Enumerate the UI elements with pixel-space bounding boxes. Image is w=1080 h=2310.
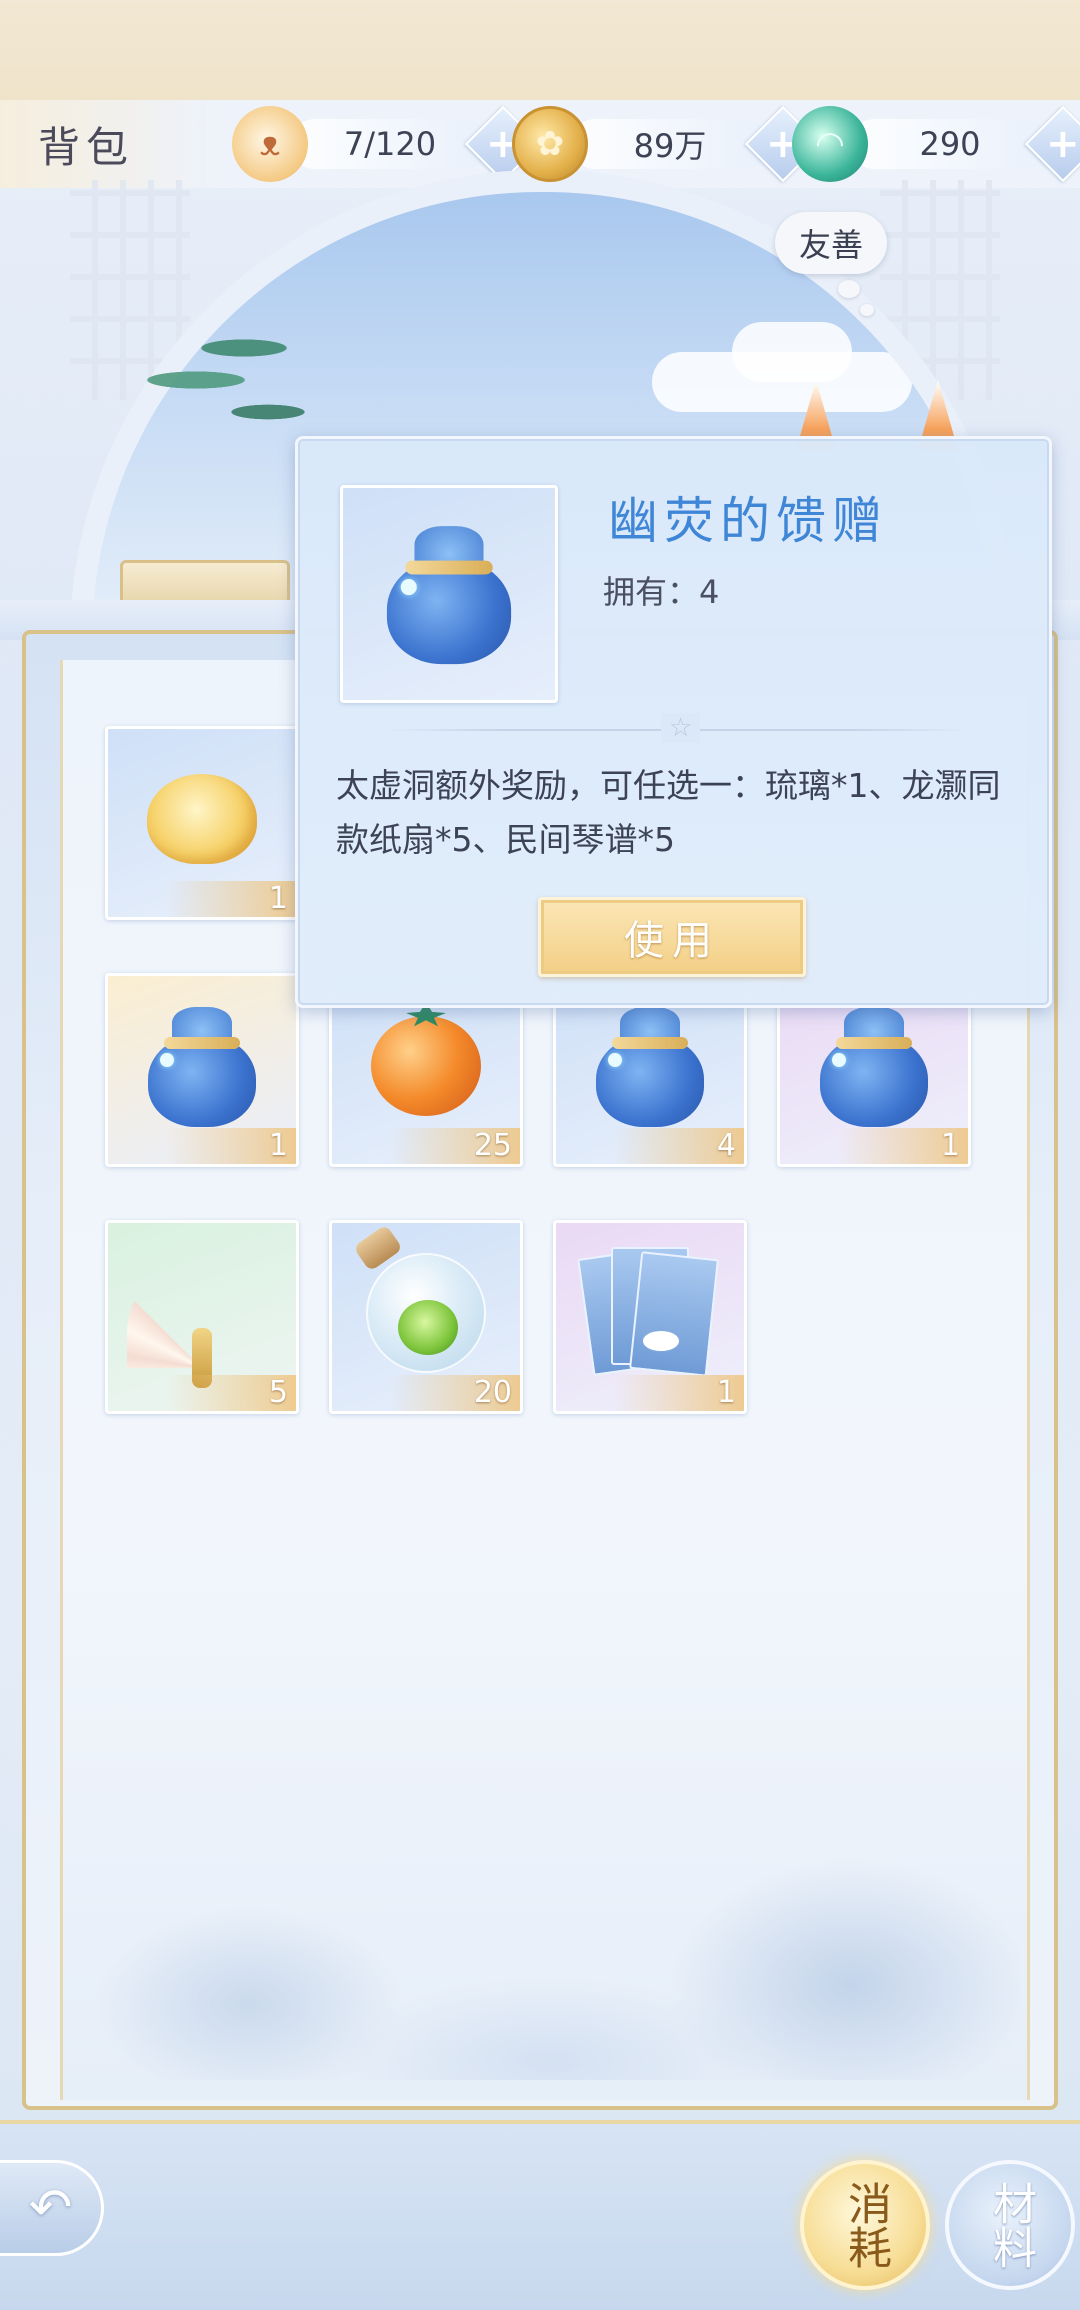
paw-coin-icon: ✿ xyxy=(512,106,588,182)
scroll-book-icon xyxy=(577,1243,719,1383)
item-count: 4 xyxy=(614,1128,744,1164)
inventory-slot-paper-fan[interactable]: 5 xyxy=(105,1220,299,1414)
use-button[interactable]: 使用 xyxy=(538,897,806,977)
persimmon-icon xyxy=(371,1016,481,1117)
blue-pouch-icon xyxy=(380,519,518,669)
item-count: 20 xyxy=(390,1375,520,1411)
item-count: 1 xyxy=(166,1128,296,1164)
potion-flask-icon xyxy=(366,1253,486,1374)
popup-item-icon-frame xyxy=(340,485,558,703)
coin-value: 89万 xyxy=(570,119,770,169)
blue-pouch-icon xyxy=(590,1001,710,1131)
paper-fan-icon xyxy=(127,1258,277,1389)
item-name: 幽荧的馈赠 xyxy=(608,492,888,550)
inventory-slot-scroll-book[interactable]: 1 xyxy=(553,1220,747,1414)
jade-value: 290 xyxy=(850,119,1050,169)
back-arrow-icon[interactable]: ↶ xyxy=(0,2160,104,2256)
item-detail-popup: 幽荧的馈赠 拥有：4 ☆ 太虚洞额外奖励，可任选一：琉璃*1、龙灏同款纸扇*5、… xyxy=(295,436,1052,1008)
item-count: 1 xyxy=(166,881,296,917)
inventory-slot-blue-pouch[interactable]: 1 xyxy=(105,973,299,1167)
add-jade-button[interactable]: + xyxy=(1024,105,1080,183)
bubble-dot xyxy=(838,280,860,298)
tab-materials[interactable]: 材料 xyxy=(945,2160,1075,2290)
item-description: 太虚洞额外奖励，可任选一：琉璃*1、龙灏同款纸扇*5、民间琴谱*5 xyxy=(336,766,1001,859)
inventory-slot-golden-rose[interactable]: 1 xyxy=(105,726,299,920)
page-title: 背包 xyxy=(38,123,135,172)
capacity-value: 7/120 xyxy=(290,119,490,169)
jade-fish-icon: ◠ xyxy=(792,106,868,182)
coin-resource: ✿ 89万 + xyxy=(512,105,822,183)
star-ornament-icon: ☆ xyxy=(661,713,701,743)
jade-resource: ◠ 290 + xyxy=(792,105,1080,183)
capacity-resource: ᴥ 7/120 + xyxy=(232,105,542,183)
blue-pouch-icon xyxy=(814,1001,934,1131)
cloud xyxy=(732,322,852,382)
item-count: 25 xyxy=(390,1128,520,1164)
owned-count: 拥有：4 xyxy=(603,573,720,611)
inventory-slot-potion-flask[interactable]: 20 xyxy=(329,1220,523,1414)
item-count: 1 xyxy=(614,1375,744,1411)
cat-icon: ᴥ xyxy=(232,106,308,182)
blue-pouch-icon xyxy=(142,1001,262,1131)
item-count: 1 xyxy=(838,1128,968,1164)
mood-bubble: 友善 xyxy=(775,212,887,274)
golden-rose-icon xyxy=(147,774,257,865)
tab-consumables[interactable]: 消耗 xyxy=(800,2160,930,2290)
bubble-dot xyxy=(860,304,874,316)
top-decor-strip xyxy=(0,0,1080,100)
mountain-backdrop xyxy=(80,1700,1020,2080)
item-count: 5 xyxy=(166,1375,296,1411)
